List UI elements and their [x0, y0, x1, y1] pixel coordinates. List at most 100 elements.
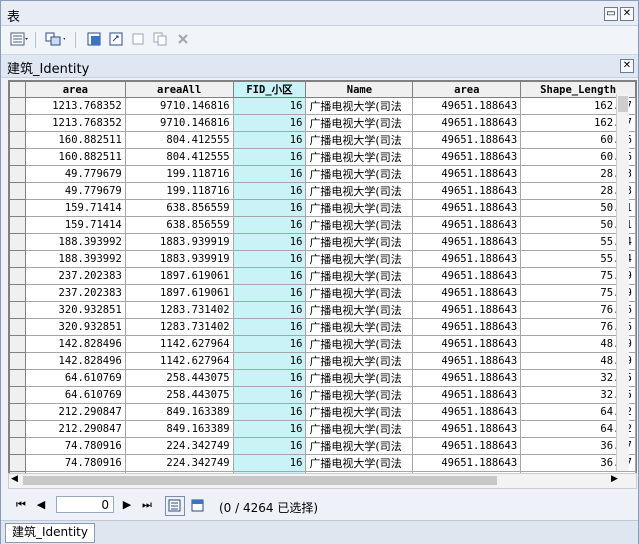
- table-cell[interactable]: 1142.627964: [124, 352, 234, 370]
- horizontal-scrollbar[interactable]: ◀ ▶: [8, 473, 637, 489]
- row-selector[interactable]: [9, 267, 26, 285]
- table-cell[interactable]: 258.443075: [124, 386, 234, 404]
- table-cell[interactable]: 16: [232, 403, 307, 421]
- table-cell[interactable]: 1213.768352: [24, 114, 126, 132]
- row-selector[interactable]: [9, 437, 26, 455]
- table-row[interactable]: 320.932851 1283.731402 16 广播电视大学(司法 49651.18…: [9, 301, 636, 319]
- table-cell[interactable]: 广播电视大学(司法: [305, 301, 414, 319]
- table-cell[interactable]: 16: [232, 114, 307, 132]
- table-cell[interactable]: 237.202383: [24, 267, 126, 285]
- previous-record-icon[interactable]: ◀: [33, 498, 49, 512]
- table-cell[interactable]: 64.610769: [24, 386, 126, 404]
- table-cell[interactable]: 1142.627964: [124, 335, 234, 353]
- table-row[interactable]: 64.610769 258.443075 16 广播电视大学(司法 49651.1886…: [9, 369, 636, 387]
- scroll-thumb[interactable]: [618, 96, 628, 112]
- table-cell[interactable]: 1897.619061: [124, 267, 234, 285]
- select-by-attributes-icon[interactable]: [85, 30, 105, 48]
- table-cell[interactable]: 16: [232, 182, 307, 200]
- row-selector[interactable]: [9, 233, 26, 251]
- table-row[interactable]: 1213.768352 9710.146816 16 广播电视大学(司法 49651.1…: [9, 114, 636, 132]
- tab-building-identity[interactable]: 建筑_Identity: [5, 523, 95, 543]
- table-cell[interactable]: 224.342749: [124, 437, 234, 455]
- table-cell[interactable]: 49651.188643: [412, 165, 522, 183]
- table-cell[interactable]: 1213.768352: [24, 97, 126, 115]
- table-cell[interactable]: 188.393992: [24, 233, 126, 251]
- table-row[interactable]: 49.779679 199.118716 16 广播电视大学(司法 49651.1886…: [9, 165, 636, 183]
- table-cell[interactable]: 64.610769: [24, 369, 126, 387]
- close-table-icon[interactable]: ✕: [620, 59, 634, 73]
- table-cell[interactable]: 广播电视大学(司法: [305, 165, 414, 183]
- close-icon[interactable]: ✕: [620, 7, 634, 21]
- table-cell[interactable]: 广播电视大学(司法: [305, 131, 414, 149]
- table-row[interactable]: 74.780916 224.342749 16 广播电视大学(司法 49651.1886…: [9, 437, 636, 455]
- table-cell[interactable]: 16: [232, 233, 307, 251]
- switch-selection-icon[interactable]: [107, 30, 127, 48]
- table-cell[interactable]: 广播电视大学(司法: [305, 199, 414, 217]
- table-cell[interactable]: 广播电视大学(司法: [305, 318, 414, 336]
- table-cell[interactable]: 804.412555: [124, 131, 234, 149]
- table-cell[interactable]: 16: [232, 250, 307, 268]
- table-cell[interactable]: 广播电视大学(司法: [305, 386, 414, 404]
- clear-selection-icon[interactable]: [129, 30, 149, 48]
- table-cell[interactable]: 49651.188643: [412, 182, 522, 200]
- table-cell[interactable]: 49.779679: [24, 165, 126, 183]
- table-cell[interactable]: 9710.146816: [124, 97, 234, 115]
- row-selector[interactable]: [9, 318, 26, 336]
- table-cell[interactable]: 224.342749: [124, 454, 234, 472]
- column-header[interactable]: area: [412, 81, 522, 98]
- table-cell[interactable]: 49651.188643: [412, 216, 522, 234]
- table-cell[interactable]: 638.856559: [124, 199, 234, 217]
- table-cell[interactable]: 16: [232, 97, 307, 115]
- row-selector[interactable]: [9, 386, 26, 404]
- row-selector[interactable]: [9, 335, 26, 353]
- table-cell[interactable]: 1883.939919: [124, 233, 234, 251]
- table-row[interactable]: 188.393992 1883.939919 16 广播电视大学(司法 49651.18…: [9, 233, 636, 251]
- table-cell[interactable]: 1283.731402: [124, 318, 234, 336]
- row-selector[interactable]: [9, 284, 26, 302]
- table-cell[interactable]: 320.932851: [24, 301, 126, 319]
- table-cell[interactable]: 9710.146816: [124, 114, 234, 132]
- table-cell[interactable]: 广播电视大学(司法: [305, 182, 414, 200]
- table-cell[interactable]: 142.828496: [24, 352, 126, 370]
- table-cell[interactable]: 16: [232, 165, 307, 183]
- row-selector[interactable]: [9, 301, 26, 319]
- table-cell[interactable]: 16: [232, 318, 307, 336]
- table-row[interactable]: 49.779679 199.118716 16 广播电视大学(司法 49651.1886…: [9, 182, 636, 200]
- table-row[interactable]: 237.202383 1897.619061 16 广播电视大学(司法 49651.18…: [9, 267, 636, 285]
- next-record-icon[interactable]: ▶: [119, 498, 135, 512]
- table-row[interactable]: 74.780916 224.342749 16 广播电视大学(司法 49651.1886…: [9, 454, 636, 472]
- table-cell[interactable]: 广播电视大学(司法: [305, 216, 414, 234]
- table-cell[interactable]: 49651.188643: [412, 114, 522, 132]
- table-cell[interactable]: 广播电视大学(司法: [305, 454, 414, 472]
- table-cell[interactable]: 49651.188643: [412, 267, 522, 285]
- table-cell[interactable]: 849.163389: [124, 403, 234, 421]
- column-header[interactable]: areaAll: [124, 81, 234, 98]
- table-row[interactable]: 160.882511 804.412555 16 广播电视大学(司法 49651.188…: [9, 148, 636, 166]
- table-cell[interactable]: 16: [232, 437, 307, 455]
- table-cell[interactable]: 1897.619061: [124, 284, 234, 302]
- table-cell[interactable]: 16: [232, 216, 307, 234]
- vertical-scrollbar[interactable]: [616, 94, 629, 471]
- table-row[interactable]: 142.828496 1142.627964 16 广播电视大学(司法 49651.18…: [9, 352, 636, 370]
- row-selector[interactable]: [9, 182, 26, 200]
- table-cell[interactable]: 49651.188643: [412, 199, 522, 217]
- table-cell[interactable]: 广播电视大学(司法: [305, 369, 414, 387]
- table-cell[interactable]: 广播电视大学(司法: [305, 250, 414, 268]
- table-cell[interactable]: 49651.188643: [412, 420, 522, 438]
- column-header-selected[interactable]: FID_小区: [232, 81, 307, 98]
- table-cell[interactable]: 258.443075: [124, 369, 234, 387]
- table-cell[interactable]: 广播电视大学(司法: [305, 403, 414, 421]
- table-cell[interactable]: 16: [232, 148, 307, 166]
- row-selector[interactable]: [9, 216, 26, 234]
- copy-selected-icon[interactable]: [151, 30, 171, 48]
- record-number-field[interactable]: 0: [56, 496, 114, 513]
- last-record-icon[interactable]: ⏭: [139, 498, 155, 512]
- table-cell[interactable]: 16: [232, 420, 307, 438]
- table-cell[interactable]: 49651.188643: [412, 369, 522, 387]
- column-header[interactable]: area: [24, 81, 126, 98]
- table-row[interactable]: 159.71414 638.856559 16 广播电视大学(司法 49651.1886…: [9, 199, 636, 217]
- table-cell[interactable]: 1883.939919: [124, 250, 234, 268]
- table-cell[interactable]: 16: [232, 454, 307, 472]
- row-selector[interactable]: [9, 352, 26, 370]
- table-cell[interactable]: 广播电视大学(司法: [305, 335, 414, 353]
